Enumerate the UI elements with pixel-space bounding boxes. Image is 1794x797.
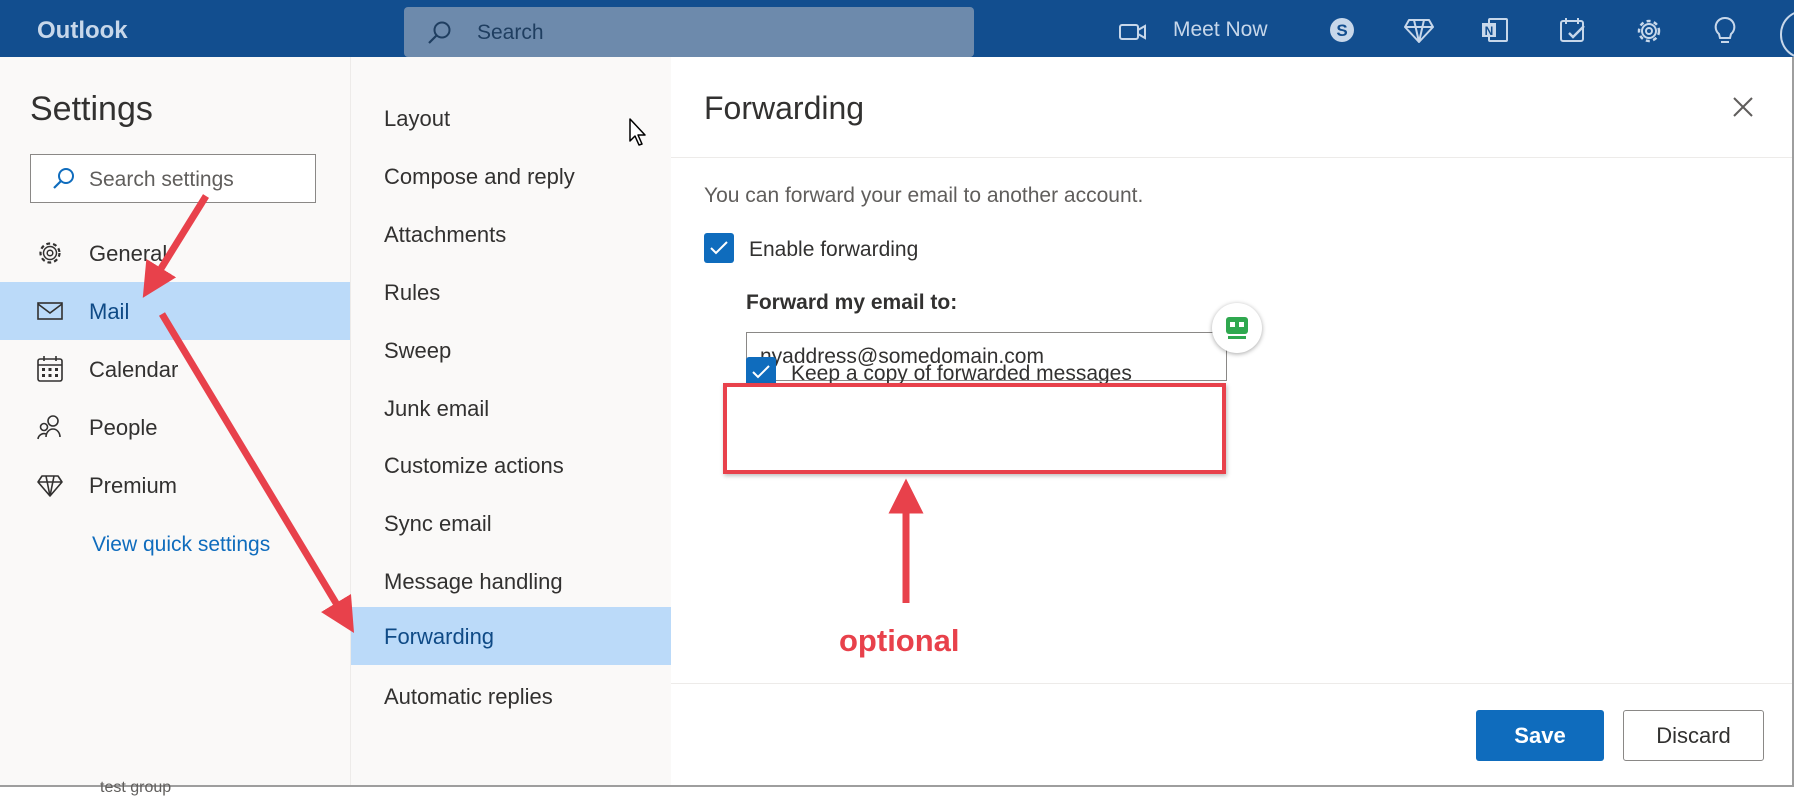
forwarding-pane: Forwarding You can forward your email to…	[671, 57, 1792, 785]
section-label: Rules	[384, 280, 441, 305]
forward-to-label: Forward my email to:	[746, 291, 958, 314]
section-compose-and-reply[interactable]: Compose and reply	[351, 147, 671, 205]
section-junk-email[interactable]: Junk email	[351, 379, 671, 437]
save-button[interactable]: Save	[1476, 710, 1604, 761]
search-settings-placeholder: Search settings	[89, 168, 234, 191]
nav-item-label: Mail	[89, 299, 130, 324]
divider	[671, 157, 1792, 158]
nav-item-label: Calendar	[89, 357, 179, 382]
app-title[interactable]: Outlook	[37, 17, 128, 45]
video-camera-icon[interactable]	[1118, 20, 1148, 44]
close-icon[interactable]	[1728, 92, 1758, 122]
search-icon	[53, 168, 74, 189]
section-customize-actions[interactable]: Customize actions	[351, 436, 671, 494]
robot-icon	[1226, 317, 1248, 339]
top-bar: Outlook Search Meet Now S N	[0, 0, 1794, 59]
forwarding-description: You can forward your email to another ac…	[704, 184, 1144, 207]
nav-item-premium[interactable]: Premium	[0, 456, 350, 514]
section-forwarding[interactable]: Forwarding	[351, 607, 671, 665]
section-label: Sweep	[384, 338, 452, 363]
meet-now-button[interactable]: Meet Now	[1173, 18, 1268, 42]
search-icon	[428, 21, 451, 44]
section-label: Message handling	[384, 569, 563, 594]
diamond-icon	[37, 475, 63, 497]
section-layout[interactable]: Layout	[351, 89, 671, 147]
section-label: Layout	[384, 106, 451, 131]
gear-icon[interactable]	[1634, 16, 1664, 46]
mail-icon	[37, 302, 63, 320]
settings-dialog: Settings Search settings General Mail Ca…	[0, 57, 1794, 796]
avatar[interactable]	[1780, 10, 1794, 59]
view-quick-settings-link[interactable]: View quick settings	[92, 533, 270, 557]
global-search-box[interactable]: Search	[404, 7, 974, 57]
mouse-cursor-icon	[629, 118, 646, 146]
section-label: Compose and reply	[384, 164, 575, 189]
diamond-icon[interactable]	[1404, 16, 1434, 44]
svg-text:S: S	[1336, 21, 1347, 40]
global-search-placeholder: Search	[477, 21, 544, 44]
section-rules[interactable]: Rules	[351, 263, 671, 321]
nav-item-label: People	[89, 415, 158, 440]
lightbulb-icon[interactable]	[1713, 16, 1737, 46]
section-label: Customize actions	[384, 453, 564, 478]
checkmark-icon	[710, 241, 728, 255]
section-label: Automatic replies	[384, 684, 553, 709]
calendar-icon	[37, 356, 63, 382]
search-settings-input[interactable]: Search settings	[30, 154, 316, 203]
pane-title: Forwarding	[704, 90, 865, 126]
gear-icon	[39, 242, 61, 264]
settings-title: Settings	[30, 90, 153, 128]
section-automatic-replies[interactable]: Automatic replies	[351, 667, 671, 725]
annotation-optional-label: optional	[839, 623, 960, 658]
enable-forwarding-checkbox[interactable]	[704, 233, 734, 263]
nav-item-label: Premium	[89, 473, 178, 498]
nav-item-general[interactable]: General	[0, 224, 350, 282]
nav-item-label: General	[89, 241, 168, 266]
section-message-handling[interactable]: Message handling	[351, 552, 671, 610]
section-label: Forwarding	[384, 624, 495, 649]
todo-icon[interactable]	[1558, 16, 1588, 44]
nav-item-mail[interactable]: Mail	[0, 282, 350, 340]
onenote-icon[interactable]: N	[1480, 16, 1510, 44]
password-manager-badge[interactable]	[1212, 303, 1262, 353]
underlying-list-text: test group	[100, 779, 172, 796]
annotation-highlight-box	[723, 383, 1226, 474]
section-sweep[interactable]: Sweep	[351, 321, 671, 379]
nav-item-people[interactable]: People	[0, 398, 350, 456]
checkmark-icon	[752, 365, 770, 379]
enable-forwarding-label[interactable]: Enable forwarding	[749, 238, 918, 262]
svg-text:N: N	[1485, 24, 1494, 38]
nav-item-calendar[interactable]: Calendar	[0, 340, 350, 398]
people-icon	[37, 415, 61, 440]
settings-nav: Settings Search settings General Mail Ca…	[0, 57, 350, 796]
skype-icon[interactable]: S	[1328, 16, 1356, 44]
section-label: Attachments	[384, 222, 507, 247]
section-label: Junk email	[384, 396, 490, 421]
section-attachments[interactable]: Attachments	[351, 205, 671, 263]
footer-divider	[671, 683, 1792, 684]
section-sync-email[interactable]: Sync email	[351, 494, 671, 552]
section-label: Sync email	[384, 511, 492, 536]
mail-settings-nav: Layout Compose and reply Attachments Rul…	[350, 57, 672, 785]
discard-button[interactable]: Discard	[1623, 710, 1764, 761]
